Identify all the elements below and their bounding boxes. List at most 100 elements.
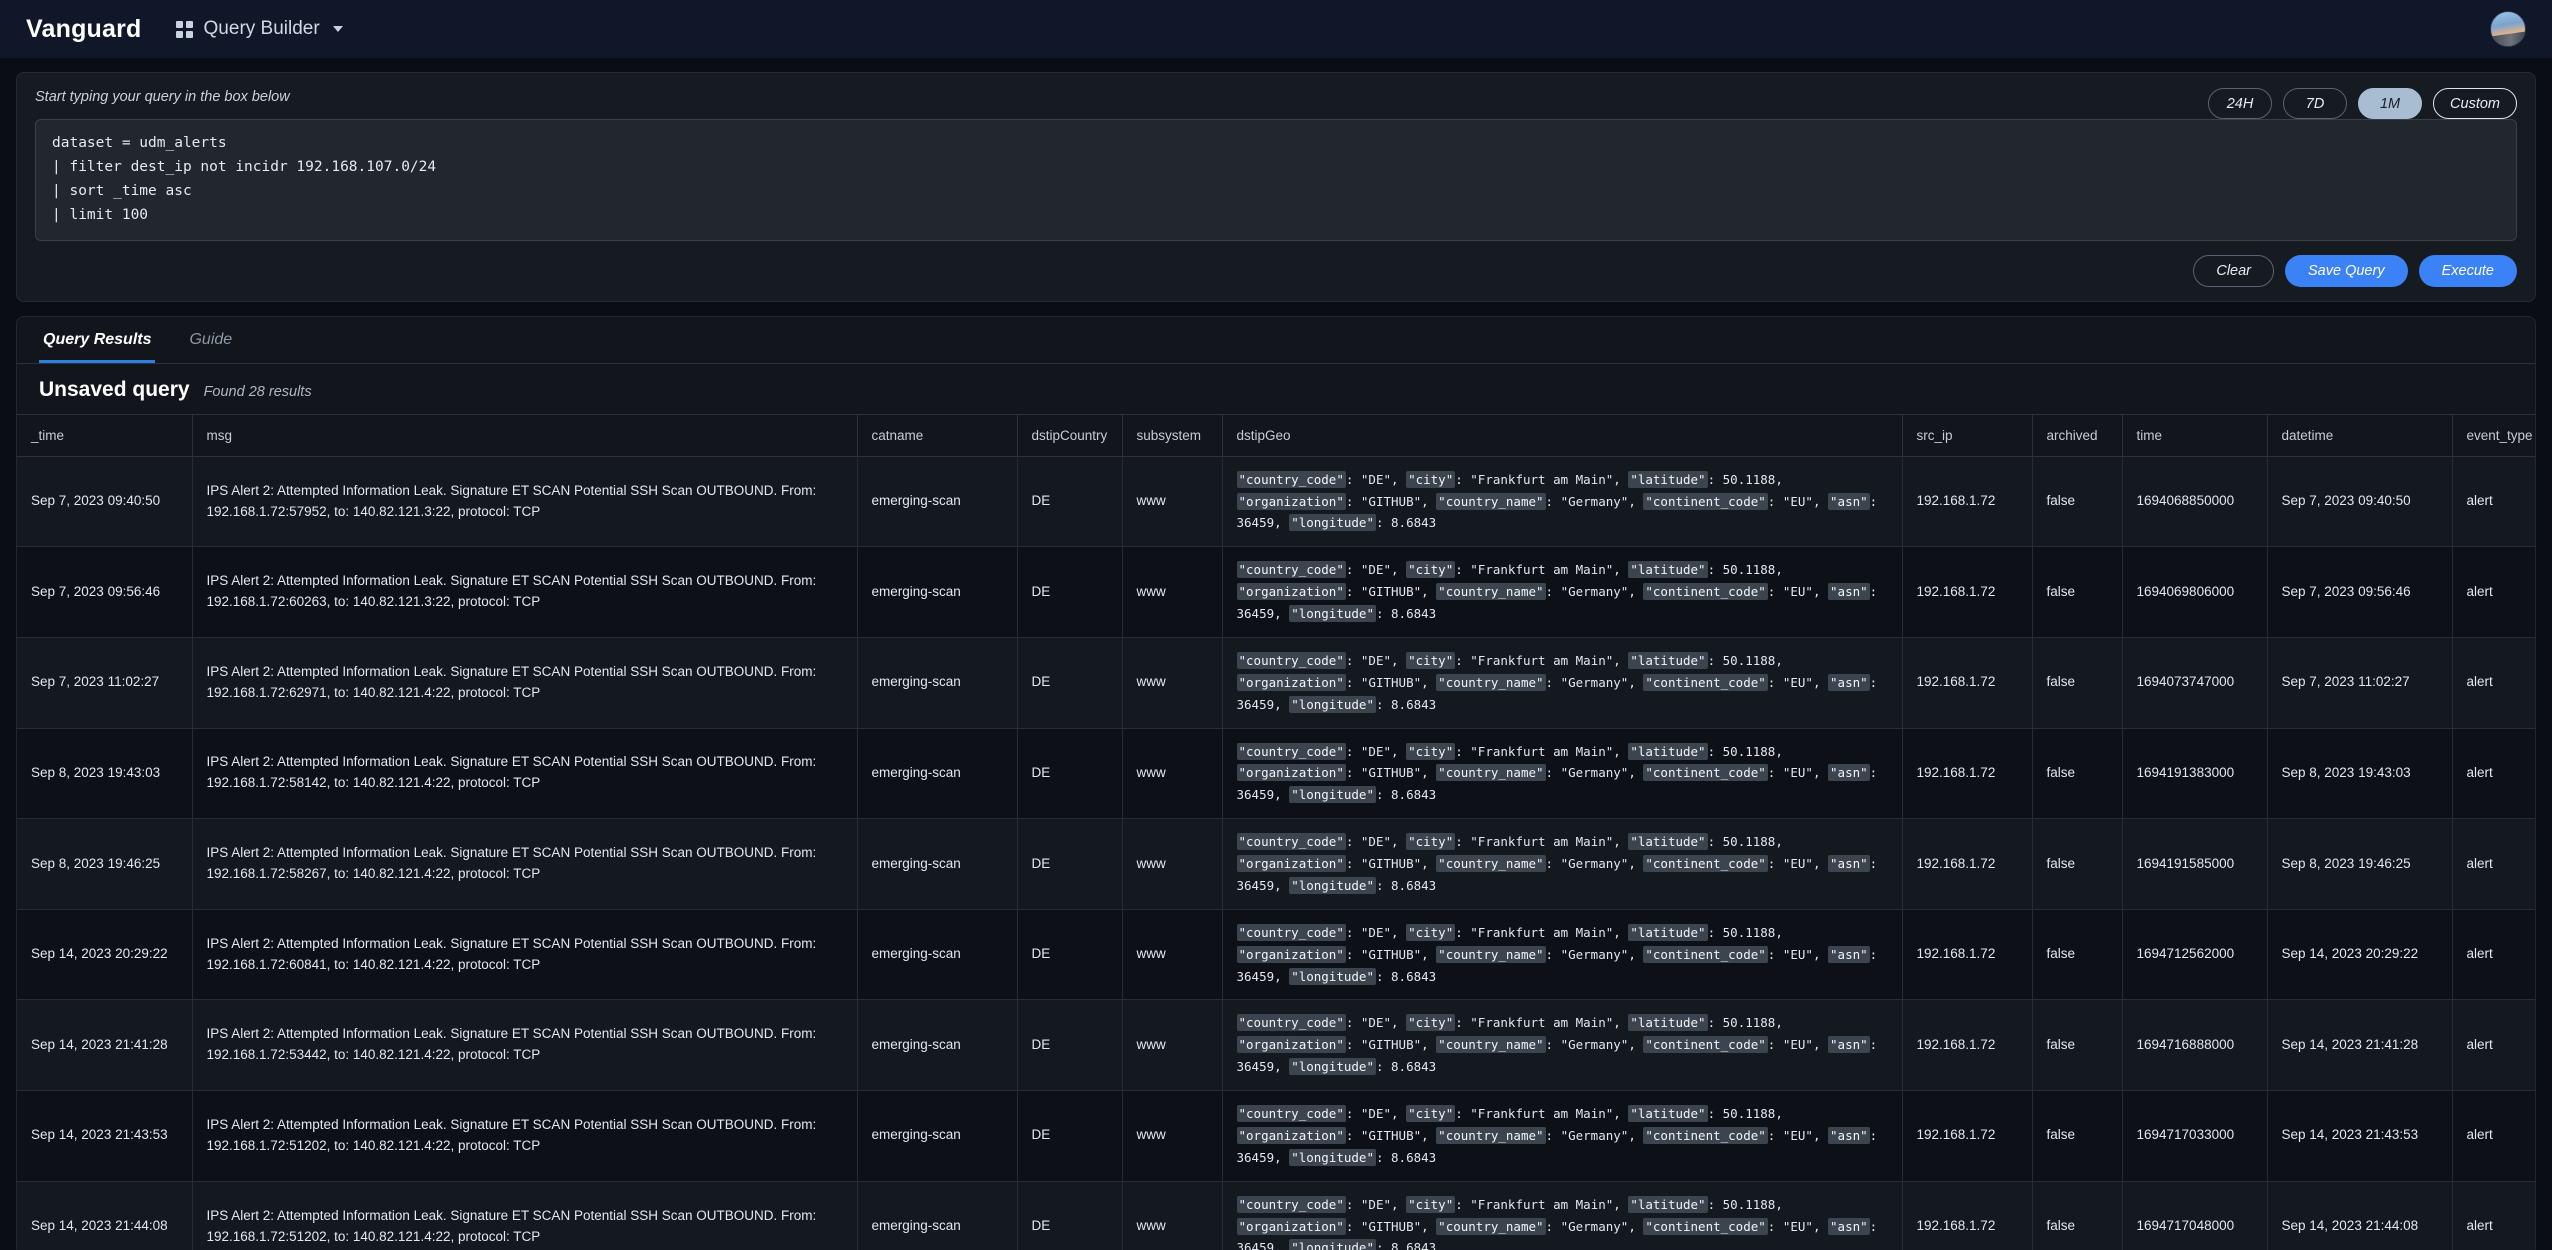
cell-msg: IPS Alert 2: Attempted Information Leak.…: [192, 547, 857, 638]
cell-time: Sep 14, 2023 21:43:53: [17, 1091, 192, 1182]
column-header-epoch-time[interactable]: time: [2122, 414, 2267, 456]
column-header-subsystem[interactable]: subsystem: [1122, 414, 1222, 456]
nav-query-builder[interactable]: Query Builder: [176, 18, 343, 40]
cell-dstipgeo: "country_code": "DE", "city": "Frankfurt…: [1222, 819, 1902, 910]
column-header-archived[interactable]: archived: [2032, 414, 2122, 456]
results-panel: Query Results Guide Unsaved query Found …: [16, 316, 2536, 1250]
cell-catname: emerging-scan: [857, 728, 1017, 819]
cell-datetime: Sep 8, 2023 19:43:03: [2267, 728, 2452, 819]
cell-archived: false: [2032, 1091, 2122, 1182]
time-range-custom[interactable]: Custom: [2433, 88, 2517, 119]
column-header-event-type[interactable]: event_type: [2452, 414, 2535, 456]
nav-query-builder-label: Query Builder: [204, 18, 320, 40]
cell-time: Sep 7, 2023 11:02:27: [17, 637, 192, 728]
cell-src-ip: 192.168.1.72: [1902, 728, 2032, 819]
cell-msg: IPS Alert 2: Attempted Information Leak.…: [192, 728, 857, 819]
cell-src-ip: 192.168.1.72: [1902, 456, 2032, 547]
time-range-7d[interactable]: 7D: [2283, 88, 2347, 119]
query-hint: Start typing your query in the box below: [35, 89, 2517, 105]
cell-dstipgeo: "country_code": "DE", "city": "Frankfurt…: [1222, 1181, 1902, 1250]
cell-dstipcountry: DE: [1017, 456, 1122, 547]
cell-dstipgeo: "country_code": "DE", "city": "Frankfurt…: [1222, 909, 1902, 1000]
tab-guide[interactable]: Guide: [185, 317, 236, 363]
cell-src-ip: 192.168.1.72: [1902, 637, 2032, 728]
table-row[interactable]: Sep 14, 2023 21:41:28IPS Alert 2: Attemp…: [17, 1000, 2535, 1091]
column-header-time[interactable]: _time: [17, 414, 192, 456]
cell-archived: false: [2032, 819, 2122, 910]
cell-datetime: Sep 14, 2023 20:29:22: [2267, 909, 2452, 1000]
cell-subsystem: www: [1122, 1181, 1222, 1250]
cell-epoch-time: 1694712562000: [2122, 909, 2267, 1000]
table-row[interactable]: Sep 7, 2023 09:40:50IPS Alert 2: Attempt…: [17, 456, 2535, 547]
table-row[interactable]: Sep 14, 2023 21:43:53IPS Alert 2: Attemp…: [17, 1091, 2535, 1182]
cell-epoch-time: 1694068850000: [2122, 456, 2267, 547]
cell-dstipcountry: DE: [1017, 1000, 1122, 1091]
cell-src-ip: 192.168.1.72: [1902, 547, 2032, 638]
execute-button[interactable]: Execute: [2419, 255, 2517, 287]
cell-epoch-time: 1694717033000: [2122, 1091, 2267, 1182]
cell-dstipgeo: "country_code": "DE", "city": "Frankfurt…: [1222, 1000, 1902, 1091]
cell-catname: emerging-scan: [857, 547, 1017, 638]
clear-button[interactable]: Clear: [2193, 255, 2274, 287]
cell-archived: false: [2032, 456, 2122, 547]
table-row[interactable]: Sep 14, 2023 20:29:22IPS Alert 2: Attemp…: [17, 909, 2535, 1000]
table-row[interactable]: Sep 7, 2023 11:02:27IPS Alert 2: Attempt…: [17, 637, 2535, 728]
cell-epoch-time: 1694069806000: [2122, 547, 2267, 638]
cell-dstipgeo: "country_code": "DE", "city": "Frankfurt…: [1222, 728, 1902, 819]
column-header-dstipcountry[interactable]: dstipCountry: [1017, 414, 1122, 456]
table-row[interactable]: Sep 7, 2023 09:56:46IPS Alert 2: Attempt…: [17, 547, 2535, 638]
avatar[interactable]: [2490, 11, 2526, 47]
column-header-dstipgeo[interactable]: dstipGeo: [1222, 414, 1902, 456]
cell-catname: emerging-scan: [857, 909, 1017, 1000]
results-tabs: Query Results Guide: [17, 317, 2535, 364]
cell-src-ip: 192.168.1.72: [1902, 909, 2032, 1000]
cell-msg: IPS Alert 2: Attempted Information Leak.…: [192, 1181, 857, 1250]
save-query-button[interactable]: Save Query: [2285, 255, 2408, 287]
cell-time: Sep 14, 2023 21:41:28: [17, 1000, 192, 1091]
table-row[interactable]: Sep 14, 2023 21:44:08 IPS Alert 2: Attemp…: [17, 1181, 2535, 1250]
results-header: Unsaved query Found 28 results: [17, 364, 2535, 414]
cell-event-type: alert: [2452, 456, 2535, 547]
cell-catname: emerging-scan: [857, 456, 1017, 547]
cell-dstipgeo: "country_code": "DE", "city": "Frankfurt…: [1222, 456, 1902, 547]
cell-datetime: Sep 7, 2023 11:02:27: [2267, 637, 2452, 728]
cell-time: Sep 7, 2023 09:40:50: [17, 456, 192, 547]
cell-event-type: alert: [2452, 1091, 2535, 1182]
cell-epoch-time: 1694073747000: [2122, 637, 2267, 728]
cell-dstipgeo: "country_code": "DE", "city": "Frankfurt…: [1222, 547, 1902, 638]
column-header-datetime[interactable]: datetime: [2267, 414, 2452, 456]
top-navigation-bar: Vanguard Query Builder: [0, 0, 2552, 58]
cell-subsystem: www: [1122, 909, 1222, 1000]
table-row[interactable]: Sep 8, 2023 19:43:03 IPS Alert 2: Attempt…: [17, 728, 2535, 819]
cell-time: Sep 8, 2023 19:46:25: [17, 819, 192, 910]
column-header-catname[interactable]: catname: [857, 414, 1017, 456]
cell-epoch-time: 1694717048000: [2122, 1181, 2267, 1250]
cell-src-ip: 192.168.1.72: [1902, 1000, 2032, 1091]
results-table-scroll[interactable]: _time msg catname dstipCountry subsystem…: [17, 414, 2535, 1250]
cell-archived: false: [2032, 1000, 2122, 1091]
query-input[interactable]: dataset = udm_alerts | filter dest_ip no…: [35, 119, 2517, 241]
query-panel: Start typing your query in the box below…: [16, 72, 2536, 302]
cell-msg: IPS Alert 2: Attempted Information Leak.…: [192, 1000, 857, 1091]
cell-catname: emerging-scan: [857, 1000, 1017, 1091]
cell-datetime: Sep 14, 2023 21:44:08: [2267, 1181, 2452, 1250]
tab-query-results[interactable]: Query Results: [39, 317, 155, 363]
cell-event-type: alert: [2452, 819, 2535, 910]
cell-subsystem: www: [1122, 819, 1222, 910]
time-range-1m[interactable]: 1M: [2358, 88, 2422, 119]
column-header-msg[interactable]: msg: [192, 414, 857, 456]
cell-src-ip: 192.168.1.72: [1902, 1091, 2032, 1182]
cell-epoch-time: 1694191585000: [2122, 819, 2267, 910]
cell-time: Sep 14, 2023 20:29:22: [17, 909, 192, 1000]
cell-event-type: alert: [2452, 1181, 2535, 1250]
cell-catname: emerging-scan: [857, 1181, 1017, 1250]
cell-dstipcountry: DE: [1017, 1091, 1122, 1182]
cell-dstipcountry: DE: [1017, 728, 1122, 819]
app-brand: Vanguard: [26, 15, 142, 44]
table-row[interactable]: Sep 8, 2023 19:46:25IPS Alert 2: Attempt…: [17, 819, 2535, 910]
column-header-src-ip[interactable]: src_ip: [1902, 414, 2032, 456]
cell-archived: false: [2032, 547, 2122, 638]
cell-event-type: alert: [2452, 1000, 2535, 1091]
time-range-24h[interactable]: 24H: [2208, 88, 2272, 119]
cell-msg: IPS Alert 2: Attempted Information Leak.…: [192, 637, 857, 728]
